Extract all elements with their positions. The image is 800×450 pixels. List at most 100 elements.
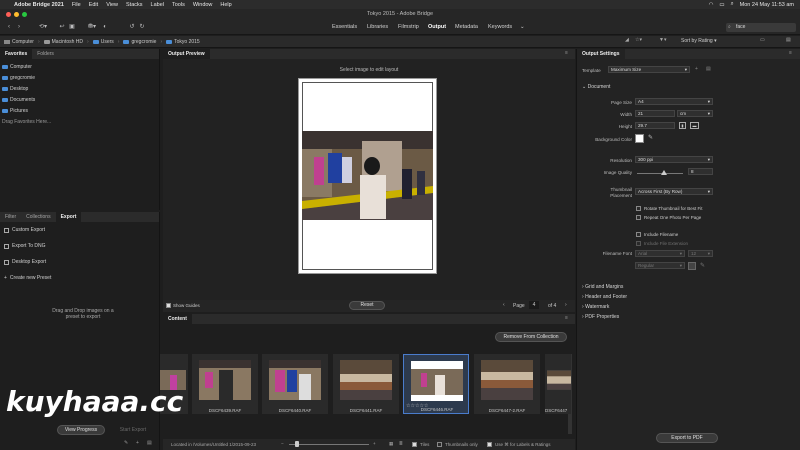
favorite-item-pictures[interactable]: Pictures <box>0 105 159 116</box>
workspace-filmstrip[interactable]: Filmstrip <box>398 23 419 32</box>
tab-output-preview[interactable]: Output Preview <box>163 49 210 59</box>
search-menubar-icon[interactable]: ⌕ <box>731 1 734 8</box>
content-menu-icon[interactable]: ≡ <box>565 315 568 321</box>
crumb-tokyo-2015[interactable]: Tokyo 2015 <box>166 39 200 45</box>
reset-button[interactable]: Reset <box>349 301 385 310</box>
remove-from-collection-button[interactable]: Remove From Collection <box>495 332 567 342</box>
thumbnail-card[interactable]: DSCF6447-2.RAF <box>474 354 540 414</box>
favorite-item-desktop[interactable]: Desktop <box>0 83 159 94</box>
page-number-field[interactable]: 4 <box>529 301 539 309</box>
resolution-select[interactable]: 300 ppi ▾ <box>635 156 713 163</box>
export-to-pdf-button[interactable]: Export to PDF <box>656 433 718 443</box>
wifi-icon[interactable]: ◠ <box>709 2 714 8</box>
menu-help[interactable]: Help <box>220 2 231 8</box>
font-eyedropper-icon[interactable]: ✎ <box>700 262 705 269</box>
template-select[interactable]: Maximum Size ▾ <box>608 66 690 73</box>
settings-icon[interactable]: ✎ <box>124 440 128 446</box>
menu-label[interactable]: Label <box>151 2 164 8</box>
thumbnail-card-selected[interactable]: ☆☆☆☆☆ DSCF6446.RAF <box>403 354 469 414</box>
output-menu-icon[interactable]: ≡ <box>789 50 792 56</box>
thumbnail-card[interactable]: DSCF6439.RAF <box>192 354 258 414</box>
tiles-checkbox[interactable] <box>412 442 417 447</box>
watermark-section[interactable]: › Watermark <box>582 304 609 310</box>
new-folder-icon[interactable]: ▭ <box>760 37 765 43</box>
workspace-output[interactable]: Output <box>428 23 446 32</box>
filter-icon[interactable]: ▼▾ <box>659 37 666 43</box>
crumb-macintosh-hd[interactable]: Macintosh HD <box>43 39 83 45</box>
refine-icon[interactable]: ⛃▾ <box>85 23 99 32</box>
sort-control[interactable]: Sort by Rating ▾ <box>681 38 717 44</box>
use-labels-checkbox[interactable] <box>487 442 492 447</box>
landscape-icon[interactable]: ▬ <box>690 122 699 129</box>
search-field[interactable]: ⌕ face <box>726 23 796 32</box>
save-template-icon[interactable]: + <box>695 66 698 72</box>
rotate-left-icon[interactable]: ↺ <box>128 23 136 32</box>
minimize-window-button[interactable] <box>14 12 19 17</box>
star-filter-icon[interactable]: ☆▾ <box>635 37 642 43</box>
close-window-button[interactable] <box>6 12 11 17</box>
preview-menu-icon[interactable]: ≡ <box>565 50 568 56</box>
view-options-icon[interactable]: ◢ <box>625 37 629 43</box>
unit-select[interactable]: cm ▾ <box>677 110 713 117</box>
zoom-window-button[interactable] <box>22 12 27 17</box>
width-input[interactable]: 21 <box>635 110 675 117</box>
zoom-in-icon[interactable]: + <box>373 441 376 446</box>
font-color-swatch[interactable] <box>688 262 696 270</box>
tab-output-settings[interactable]: Output Settings <box>577 49 625 59</box>
workspace-libraries[interactable]: Libraries <box>367 23 388 32</box>
eyedropper-icon[interactable]: ✎ <box>648 134 653 141</box>
get-photos-icon[interactable]: ▣ <box>68 23 76 32</box>
tab-folders[interactable]: Folders <box>32 49 59 59</box>
pdf-properties-section[interactable]: › PDF Properties <box>582 314 619 320</box>
battery-icon[interactable]: ▭ <box>719 2 724 8</box>
workspace-metadata[interactable]: Metadata <box>455 23 478 32</box>
favorite-item-gregcromie[interactable]: gregcromie <box>0 72 159 83</box>
image-quality-slider-handle[interactable] <box>660 170 667 175</box>
app-menu[interactable]: Adobe Bridge 2021 <box>14 2 64 8</box>
boomerang-icon[interactable]: ↩ <box>58 23 66 32</box>
grid-margins-section[interactable]: › Grid and Margins <box>582 284 623 290</box>
create-preset-button[interactable]: + Create new Preset <box>0 270 159 286</box>
thumbnail-card[interactable]: DSCF6447 <box>545 354 571 414</box>
menu-tools[interactable]: Tools <box>172 2 185 8</box>
remove-icon[interactable]: ▤ <box>147 440 152 446</box>
tab-content[interactable]: Content <box>163 314 192 324</box>
delete-icon[interactable]: ▤ <box>786 37 791 43</box>
header-footer-section[interactable]: › Header and Footer <box>582 294 627 300</box>
thumbnail-size-slider[interactable] <box>289 444 369 445</box>
back-icon[interactable]: ‹ <box>5 23 13 32</box>
next-page-icon[interactable]: › <box>565 302 567 308</box>
zoom-out-icon[interactable]: − <box>281 441 284 446</box>
workspace-keywords[interactable]: Keywords <box>488 23 512 32</box>
grid-view-icon[interactable]: ▦ <box>389 441 393 447</box>
add-icon[interactable]: + <box>136 440 139 446</box>
open-in-raw-icon[interactable]: ◐ <box>101 23 109 32</box>
delete-template-icon[interactable]: ▤ <box>706 66 711 72</box>
menu-view[interactable]: View <box>106 2 118 8</box>
image-quality-input[interactable]: 8 <box>688 168 713 175</box>
crumb-computer[interactable]: Computer <box>4 39 34 45</box>
prev-page-icon[interactable]: ‹ <box>503 302 505 308</box>
portrait-icon[interactable]: ▮ <box>679 122 686 129</box>
show-guides-checkbox[interactable] <box>166 303 171 308</box>
start-export-button[interactable]: Start Export <box>110 427 156 433</box>
repeat-photo-checkbox[interactable] <box>636 215 641 220</box>
font-style-select[interactable]: Regular ▾ <box>635 262 685 269</box>
export-preset-desktop[interactable]: Desktop Export <box>0 254 159 270</box>
menu-edit[interactable]: Edit <box>89 2 98 8</box>
export-preset-dng[interactable]: Export To DNG <box>0 238 159 254</box>
menu-window[interactable]: Window <box>193 2 213 8</box>
tab-filter[interactable]: Filter <box>0 212 21 222</box>
slider-handle-icon[interactable] <box>295 441 299 447</box>
tab-collections[interactable]: Collections <box>21 212 55 222</box>
rotate-thumbnail-checkbox[interactable] <box>636 206 641 211</box>
tab-favorites[interactable]: Favorites <box>0 49 33 59</box>
workspace-menu-icon[interactable]: ⌄ <box>520 23 525 32</box>
favorite-item-documents[interactable]: Documents <box>0 94 159 105</box>
document-section-header[interactable]: ⌄ Document <box>582 84 610 90</box>
page-size-select[interactable]: A4 ▾ <box>635 98 713 105</box>
recent-folders-icon[interactable]: ⟲▾ <box>36 23 50 32</box>
workspace-essentials[interactable]: Essentials <box>332 23 357 32</box>
height-input[interactable]: 29.7 <box>635 122 675 129</box>
list-view-icon[interactable]: ≣ <box>399 441 403 447</box>
